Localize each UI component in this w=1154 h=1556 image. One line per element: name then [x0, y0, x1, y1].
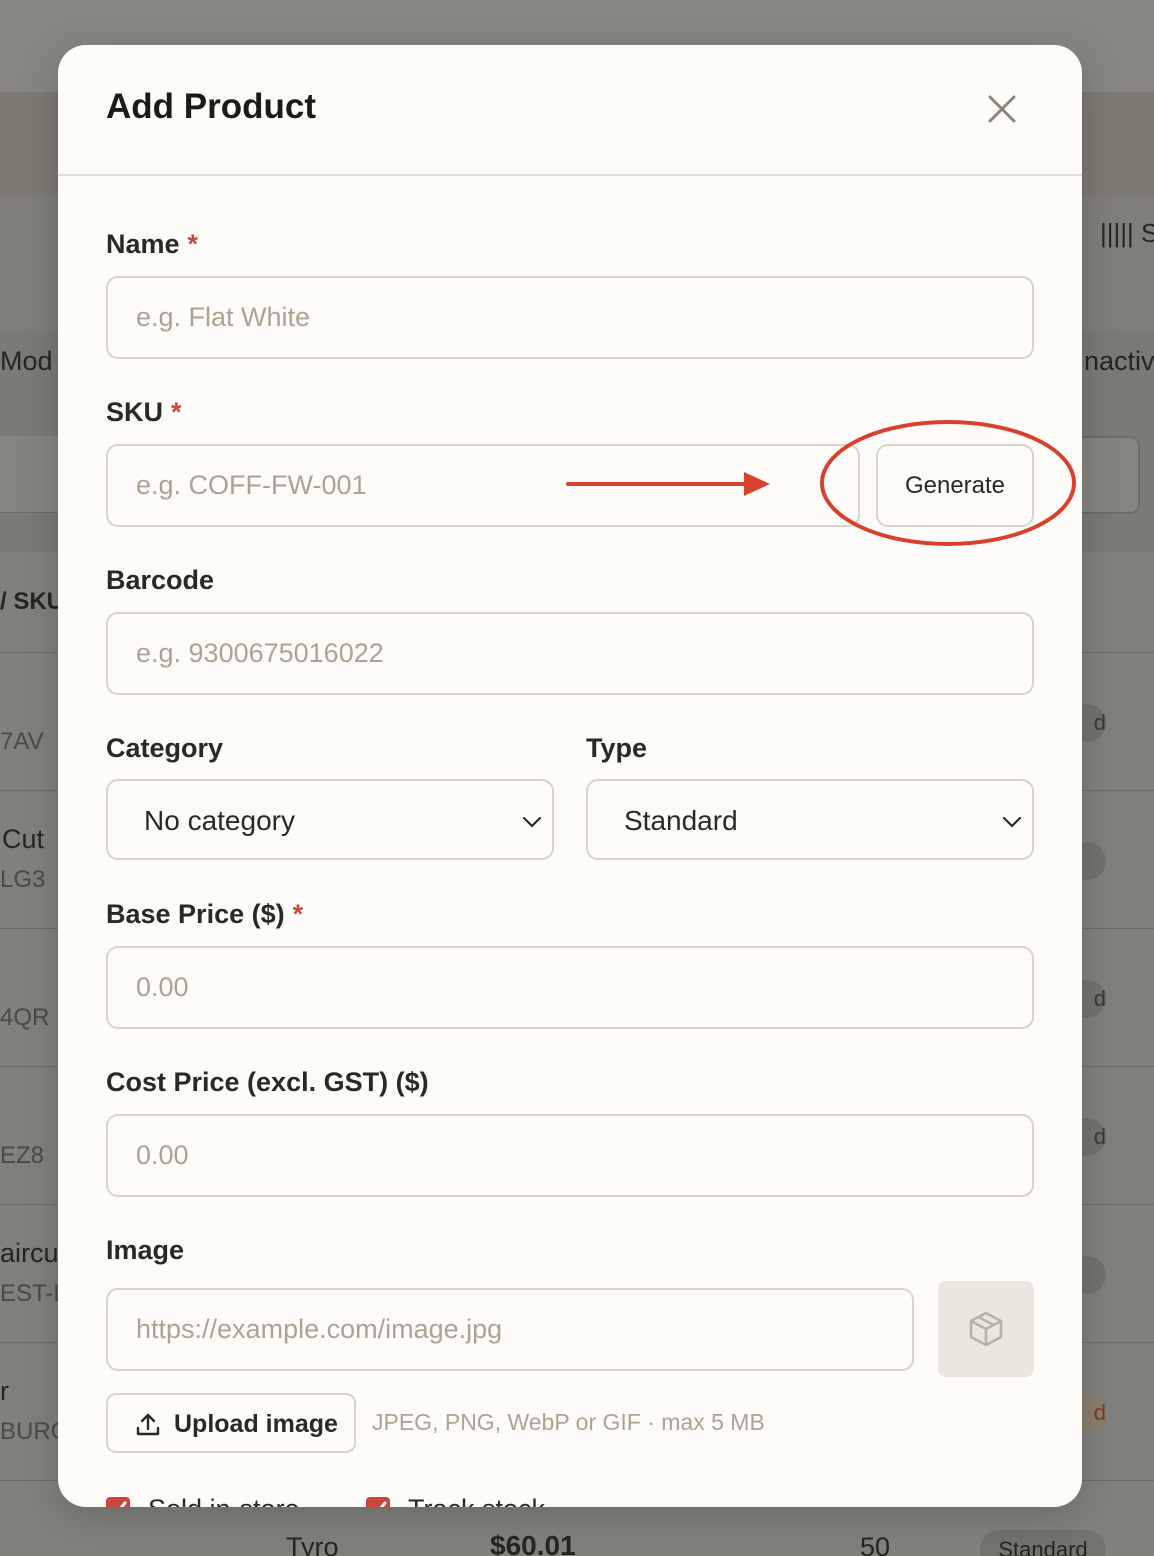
cost-price-input[interactable] [106, 1114, 1034, 1197]
category-select[interactable]: No category [106, 779, 554, 860]
base-price-label: Base Price ($) * [106, 899, 303, 930]
bg-fragment: r [0, 1376, 9, 1406]
name-input[interactable] [106, 276, 1034, 359]
box-icon [969, 1311, 1003, 1347]
name-label-text: Name [106, 229, 180, 259]
sold-in-store-checkbox[interactable] [106, 1497, 130, 1507]
image-preview [938, 1281, 1034, 1377]
base-price-label-text: Base Price ($) [106, 899, 285, 929]
cost-price-label: Cost Price (excl. GST) ($) [106, 1067, 429, 1098]
upload-icon [136, 1413, 160, 1436]
type-selected-value: Standard [624, 805, 738, 836]
bg-column-header: / SKU [0, 588, 65, 615]
generate-sku-button[interactable]: Generate [876, 444, 1034, 527]
sold-in-store-label: Sold in-store [148, 1494, 300, 1508]
barcode-label-text: Barcode [106, 565, 215, 595]
category-label: Category [106, 733, 223, 764]
category-selected-value: No category [144, 805, 295, 836]
checkmark-icon [379, 1501, 387, 1507]
sku-label: SKU * [106, 397, 182, 428]
image-label-text: Image [106, 1235, 185, 1265]
bg-fragment: nactiv [1084, 346, 1154, 376]
upload-image-button[interactable]: Upload image [106, 1393, 356, 1453]
image-label: Image [106, 1235, 184, 1266]
upload-image-label: Upload image [174, 1410, 338, 1438]
sku-label-text: SKU [106, 397, 164, 427]
dialog-title: Add Product [106, 87, 316, 126]
type-label: Type [586, 733, 647, 764]
chevron-down-icon [522, 816, 542, 828]
image-url-input[interactable] [106, 1288, 914, 1371]
barcode-input[interactable] [106, 612, 1034, 695]
bg-fragment: 4QR [0, 1004, 50, 1031]
type-select[interactable]: Standard [586, 779, 1034, 860]
bg-fragment: Cut [2, 824, 45, 854]
bg-type-badge: Standard [980, 1530, 1106, 1556]
bg-filter-input [1082, 436, 1140, 514]
barcode-label: Barcode [106, 565, 214, 596]
required-mark: * [171, 397, 182, 427]
type-label-text: Type [586, 733, 648, 763]
bg-cell-price: $60.01 [490, 1530, 576, 1556]
bg-cell-processor: Tyro [286, 1532, 339, 1556]
bg-fragment: Mod [0, 346, 53, 376]
sold-in-store-checkbox-row[interactable]: Sold in-store [106, 1489, 300, 1507]
track-stock-checkbox-row[interactable]: Track stock [366, 1489, 545, 1507]
track-stock-checkbox[interactable] [366, 1497, 390, 1507]
checkmark-icon [119, 1501, 127, 1507]
bg-barcode-scan-label: ||||| S [1100, 218, 1154, 248]
close-icon [988, 95, 1016, 123]
bg-fragment: LG3 [0, 866, 46, 893]
close-button[interactable] [982, 89, 1022, 129]
bg-filter-input [0, 436, 60, 513]
upload-hint: JPEG, PNG, WebP or GIF · max 5 MB [372, 1409, 765, 1435]
add-product-dialog: Add Product Name* SKU* Generate Barcode … [58, 45, 1082, 1507]
bg-cell-qty: 50 [860, 1532, 891, 1556]
name-label: Name * [106, 229, 198, 260]
track-stock-label: Track stock [408, 1494, 545, 1508]
bg-fragment: aircu [0, 1238, 59, 1268]
cost-price-label-text: Cost Price (excl. GST) ($) [106, 1067, 429, 1097]
required-mark: * [187, 229, 199, 259]
bg-fragment: 7AV [0, 728, 44, 755]
required-mark: * [292, 899, 304, 929]
sku-input[interactable] [106, 444, 860, 527]
dialog-header: Add Product [58, 45, 1082, 176]
bg-fragment: EZ8 [0, 1142, 45, 1169]
category-label-text: Category [106, 733, 224, 763]
chevron-down-icon [1002, 816, 1022, 828]
base-price-input[interactable] [106, 946, 1034, 1029]
